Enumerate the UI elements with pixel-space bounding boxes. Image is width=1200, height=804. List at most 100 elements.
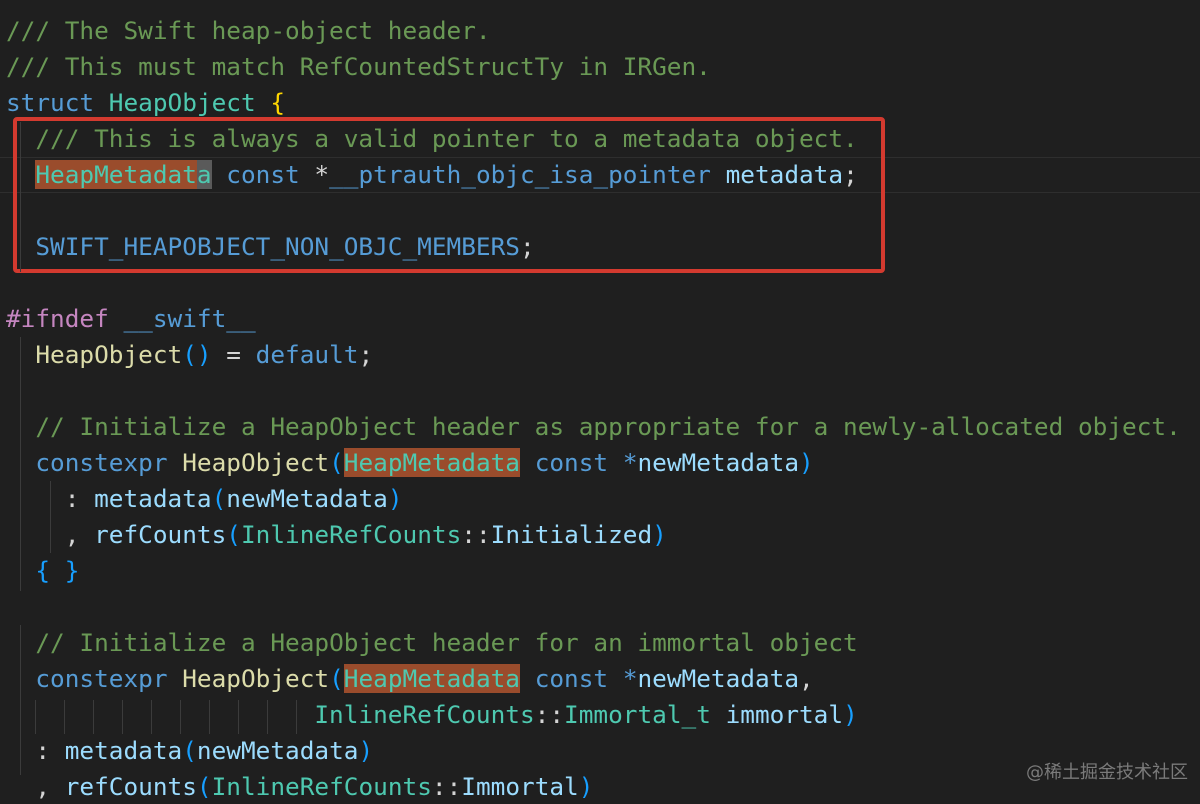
code-token: :: [461, 520, 491, 549]
code-token: ) [843, 700, 858, 729]
indent-guide [296, 700, 297, 734]
code-token: default [255, 340, 359, 369]
code-token: newMetadata [196, 736, 359, 765]
indent-guide [20, 337, 21, 445]
watermark: @稀土掘金技术社区 [1026, 762, 1188, 783]
indent-guide [267, 700, 268, 734]
code-token: () [182, 340, 212, 369]
code-token: InlineRefCounts [314, 700, 535, 729]
code-line[interactable]: { } [6, 553, 79, 589]
code-token: ( [329, 448, 344, 477]
code-token: * [622, 664, 638, 693]
indent-guide [20, 625, 21, 775]
code-token: newMetadata [637, 664, 800, 693]
code-token: immortal [725, 700, 844, 729]
code-line[interactable]: /// This must match RefCountedStructTy i… [6, 49, 711, 85]
indent-guide [93, 700, 94, 734]
code-token: : [35, 736, 65, 765]
code-token: HeapMetadata [343, 664, 520, 693]
indent-guide [151, 700, 152, 734]
code-line[interactable]: , refCounts(InlineRefCounts::Initialized… [6, 517, 667, 553]
code-line[interactable]: HeapObject() = default; [6, 337, 373, 373]
code-line[interactable]: /// The Swift heap-object header. [6, 13, 491, 49]
code-token: , [35, 772, 65, 801]
code-line[interactable]: , refCounts(InlineRefCounts::Immortal) [6, 769, 593, 804]
code-line[interactable]: constexpr HeapObject(HeapMetadata const … [6, 445, 814, 481]
code-token: InlineRefCounts [211, 772, 432, 801]
code-token: HeapObject [182, 448, 330, 477]
code-line[interactable]: InlineRefCounts::Immortal_t immortal) [6, 697, 858, 733]
code-token: ( [211, 484, 227, 513]
code-token: struct [6, 88, 95, 117]
code-token: , [64, 520, 95, 549]
code-token: // Initialize a HeapObject header for an… [35, 628, 858, 657]
code-token: constexpr [35, 448, 168, 477]
code-token: refCounts [94, 520, 227, 549]
annotation-box [13, 117, 885, 273]
indent-guide [20, 445, 21, 591]
code-token: /// This must match RefCountedStructTy i… [6, 52, 711, 81]
indent-guide [209, 700, 210, 734]
code-token: ; [358, 340, 374, 369]
indent-guide [238, 700, 239, 734]
code-token: InlineRefCounts [240, 520, 462, 549]
indent-guide [20, 122, 21, 272]
code-line[interactable]: // Initialize a HeapObject header as app… [6, 409, 1180, 445]
indent-guide [64, 700, 65, 734]
code-token: refCounts [64, 772, 197, 801]
indent-guide [180, 700, 181, 734]
code-token: /// The Swift heap-object header. [6, 16, 491, 45]
code-token: __swift__ [123, 304, 256, 333]
code-editor[interactable]: /// The Swift heap-object header. /// Thi… [0, 0, 1200, 804]
code-token: HeapObject [35, 340, 183, 369]
indent-guide [35, 700, 36, 734]
code-token: { [270, 88, 286, 117]
code-token: HeapObject [108, 88, 256, 117]
code-line[interactable]: : metadata(newMetadata) [6, 733, 373, 769]
code-line[interactable]: // Initialize a HeapObject header for an… [6, 625, 858, 661]
code-token: HeapMetadata [343, 448, 520, 477]
code-token: metadata [64, 736, 183, 765]
code-token: metadata [94, 484, 212, 513]
code-token: newMetadata [637, 448, 800, 477]
indent-guide [122, 700, 123, 734]
code-line[interactable]: #ifndef __swift__ [6, 301, 256, 337]
code-token: ( [329, 664, 344, 693]
code-token: const [534, 448, 609, 477]
code-token: ( [196, 772, 212, 801]
code-token: Immortal_t [564, 700, 711, 729]
code-token: #ifndef [6, 304, 109, 333]
code-token: * [622, 448, 638, 477]
code-token: :: [431, 772, 462, 801]
code-token: Initialized [490, 520, 653, 549]
code-line[interactable]: struct HeapObject { [6, 85, 285, 121]
code-token: constexpr [35, 664, 168, 693]
code-token: : [64, 484, 95, 513]
code-token: ( [182, 736, 197, 765]
code-token: :: [534, 700, 565, 729]
code-token: ) [652, 520, 667, 549]
code-token: = [211, 340, 256, 369]
code-token: HeapObject [182, 664, 330, 693]
code-line[interactable]: constexpr HeapObject(HeapMetadata const … [6, 661, 814, 697]
indent-guide [50, 481, 51, 553]
code-token: ) [387, 484, 403, 513]
code-token: ( [226, 520, 241, 549]
code-token: { } [35, 556, 80, 585]
code-token: Immortal [461, 772, 579, 801]
code-token: ) [358, 736, 374, 765]
code-line[interactable]: : metadata(newMetadata) [6, 481, 403, 517]
